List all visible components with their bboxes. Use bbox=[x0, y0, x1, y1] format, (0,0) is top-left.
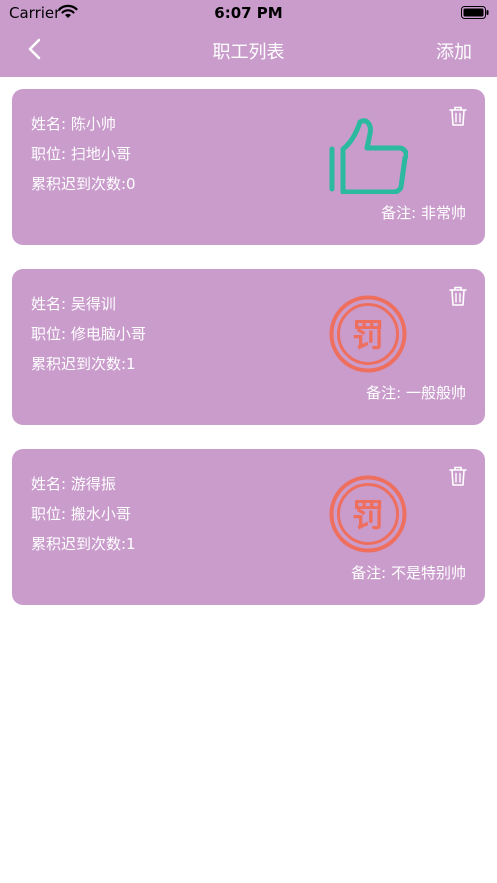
employee-card[interactable]: 姓名: 吴得训 职位: 修电脑小哥 累积迟到次数:1 备注: 一般般帅 罚 bbox=[12, 269, 485, 425]
add-employee-button[interactable]: 添加 bbox=[436, 38, 472, 64]
employee-card[interactable]: 姓名: 陈小帅 职位: 扫地小哥 累积迟到次数:0 备注: 非常帅 bbox=[12, 89, 485, 245]
penalty-stamp-icon: 罚 bbox=[329, 475, 407, 553]
employee-name: 姓名: 游得振 bbox=[31, 475, 116, 493]
employee-name: 姓名: 吴得训 bbox=[31, 295, 116, 313]
thumbs-up-icon bbox=[329, 118, 408, 194]
trash-icon[interactable] bbox=[449, 466, 467, 486]
status-time: 6:07 PM bbox=[214, 4, 283, 22]
trash-icon[interactable] bbox=[449, 286, 467, 306]
employee-remark: 备注: 一般般帅 bbox=[366, 384, 466, 402]
employee-remark: 备注: 不是特别帅 bbox=[351, 564, 466, 582]
navbar: 职工列表 添加 bbox=[0, 24, 497, 77]
page-title: 职工列表 bbox=[212, 42, 285, 63]
employee-late-count: 累积迟到次数:1 bbox=[31, 535, 136, 553]
employee-late-count: 累积迟到次数:0 bbox=[31, 175, 136, 193]
employee-position: 职位: 修电脑小哥 bbox=[31, 325, 146, 343]
penalty-stamp-icon: 罚 bbox=[329, 295, 407, 373]
status-bar: Carrier 6:07 PM bbox=[0, 0, 497, 24]
employee-card[interactable]: 姓名: 游得振 职位: 搬水小哥 累积迟到次数:1 备注: 不是特别帅 罚 bbox=[12, 449, 485, 605]
header: Carrier 6:07 PM 职工列表 添加 bbox=[0, 0, 497, 77]
employee-late-count: 累积迟到次数:1 bbox=[31, 355, 136, 373]
penalty-stamp-text: 罚 bbox=[352, 496, 384, 534]
employee-remark: 备注: 非常帅 bbox=[381, 204, 466, 222]
employee-position: 职位: 扫地小哥 bbox=[31, 145, 131, 163]
employee-name: 姓名: 陈小帅 bbox=[31, 115, 116, 133]
trash-icon[interactable] bbox=[449, 106, 467, 126]
penalty-stamp-text: 罚 bbox=[352, 316, 384, 354]
employee-position: 职位: 搬水小哥 bbox=[31, 505, 131, 523]
battery-icon bbox=[461, 6, 489, 19]
